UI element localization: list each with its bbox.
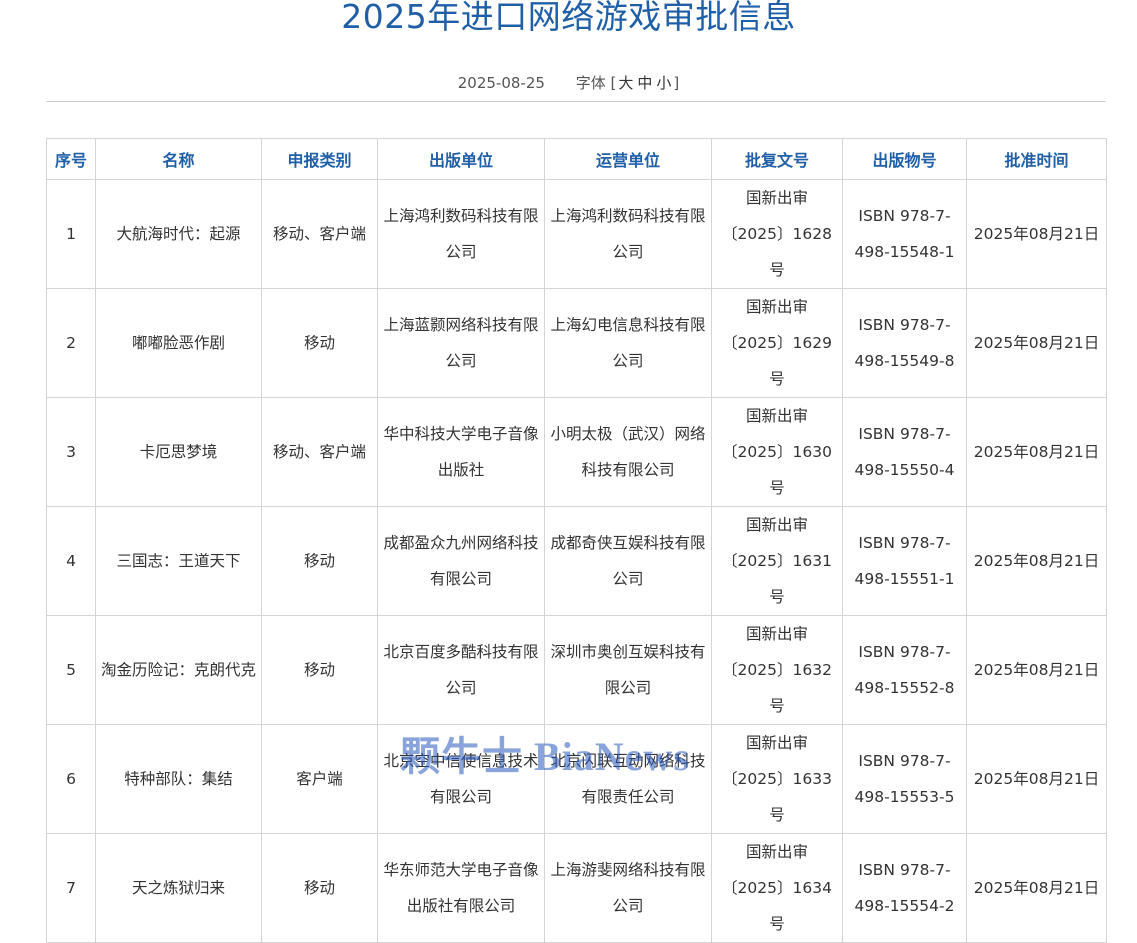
approval-number-cell: 国新出审〔2025〕1630号	[711, 397, 843, 507]
category-cell: 客户端	[261, 724, 378, 834]
isbn-cell: ISBN 978-7-498-15551-1	[842, 506, 967, 616]
approval-number-cell: 国新出审〔2025〕1633号	[711, 724, 843, 834]
row-number-cell: 4	[46, 506, 96, 616]
approval-date-cell: 2025年08月21日	[966, 724, 1107, 834]
row-number-cell: 1	[46, 179, 96, 289]
publisher-cell: 成都盈众九州网络科技有限公司	[377, 506, 545, 616]
approval-date-cell: 2025年08月21日	[966, 179, 1107, 289]
category-cell: 移动	[261, 506, 378, 616]
column-header: 序号	[46, 138, 96, 180]
approval-date-cell: 2025年08月21日	[966, 506, 1107, 616]
game-name-cell: 嘟嘟脸恶作剧	[95, 288, 262, 398]
font-size-medium-link[interactable]: 中	[635, 74, 654, 92]
row-number-cell: 6	[46, 724, 96, 834]
table-header-row: 序号 名称 申报类别 出版单位 运营单位 批复文号 出版物号 批准时间	[46, 138, 1107, 180]
isbn-cell: ISBN 978-7-498-15550-4	[842, 397, 967, 507]
row-number-cell: 3	[46, 397, 96, 507]
game-name-cell: 天之炼狱归来	[95, 833, 262, 943]
operator-cell: 上海游斐网络科技有限公司	[544, 833, 712, 943]
table-row: 2 嘟嘟脸恶作剧 移动 上海蓝颢网络科技有限公司 上海幻电信息科技有限公司 国新…	[46, 288, 1107, 398]
game-name-cell: 淘金历险记：克朗代克	[95, 615, 262, 725]
category-cell: 移动、客户端	[261, 179, 378, 289]
approval-date-cell: 2025年08月21日	[966, 833, 1107, 943]
approval-number-cell: 国新出审〔2025〕1628号	[711, 179, 843, 289]
column-header: 批复文号	[711, 138, 843, 180]
approval-date-cell: 2025年08月21日	[966, 397, 1107, 507]
game-name-cell: 特种部队：集结	[95, 724, 262, 834]
column-header: 出版单位	[377, 138, 545, 180]
operator-cell: 小明太极（武汉）网络科技有限公司	[544, 397, 712, 507]
approval-date-cell: 2025年08月21日	[966, 615, 1107, 725]
header-divider	[46, 101, 1106, 102]
approval-number-cell: 国新出审〔2025〕1632号	[711, 615, 843, 725]
game-name-cell: 大航海时代：起源	[95, 179, 262, 289]
category-cell: 移动	[261, 833, 378, 943]
approval-table: 序号 名称 申报类别 出版单位 运营单位 批复文号 出版物号 批准时间 1 大航…	[46, 138, 1107, 943]
publisher-cell: 上海鸿利数码科技有限公司	[377, 179, 545, 289]
publish-date: 2025-08-25	[457, 74, 545, 92]
publisher-cell: 上海蓝颢网络科技有限公司	[377, 288, 545, 398]
table-row: 1 大航海时代：起源 移动、客户端 上海鸿利数码科技有限公司 上海鸿利数码科技有…	[46, 179, 1107, 289]
font-size-label: 字体	[575, 74, 606, 92]
isbn-cell: ISBN 978-7-498-15552-8	[842, 615, 967, 725]
table-row: 6 特种部队：集结 客户端 北京空中信使信息技术有限公司 北京闪联互动网络科技有…	[46, 724, 1107, 834]
column-header: 申报类别	[261, 138, 378, 180]
column-header: 批准时间	[966, 138, 1107, 180]
category-cell: 移动	[261, 288, 378, 398]
operator-cell: 上海幻电信息科技有限公司	[544, 288, 712, 398]
approval-date-cell: 2025年08月21日	[966, 288, 1107, 398]
column-header: 名称	[95, 138, 262, 180]
isbn-cell: ISBN 978-7-498-15549-8	[842, 288, 967, 398]
category-cell: 移动、客户端	[261, 397, 378, 507]
game-name-cell: 三国志：王道天下	[95, 506, 262, 616]
isbn-cell: ISBN 978-7-498-15548-1	[842, 179, 967, 289]
table-row: 3 卡厄思梦境 移动、客户端 华中科技大学电子音像出版社 小明太极（武汉）网络科…	[46, 397, 1107, 507]
approval-number-cell: 国新出审〔2025〕1629号	[711, 288, 843, 398]
operator-cell: 成都奇侠互娱科技有限公司	[544, 506, 712, 616]
column-header: 出版物号	[842, 138, 967, 180]
bracket-close: ]	[673, 74, 680, 92]
row-number-cell: 5	[46, 615, 96, 725]
article-meta: 2025-08-25 字体 [大中小]	[0, 72, 1137, 94]
publisher-cell: 华中科技大学电子音像出版社	[377, 397, 545, 507]
operator-cell: 上海鸿利数码科技有限公司	[544, 179, 712, 289]
isbn-cell: ISBN 978-7-498-15554-2	[842, 833, 967, 943]
approval-number-cell: 国新出审〔2025〕1631号	[711, 506, 843, 616]
publisher-cell: 北京空中信使信息技术有限公司	[377, 724, 545, 834]
page-title: 2025年进口网络游戏审批信息	[341, 0, 796, 36]
column-header: 运营单位	[544, 138, 712, 180]
publisher-cell: 北京百度多酷科技有限公司	[377, 615, 545, 725]
isbn-cell: ISBN 978-7-498-15553-5	[842, 724, 967, 834]
font-size-large-link[interactable]: 大	[616, 74, 635, 92]
operator-cell: 北京闪联互动网络科技有限责任公司	[544, 724, 712, 834]
table-row: 5 淘金历险记：克朗代克 移动 北京百度多酷科技有限公司 深圳市奥创互娱科技有限…	[46, 615, 1107, 725]
font-size-small-link[interactable]: 小	[654, 74, 673, 92]
game-name-cell: 卡厄思梦境	[95, 397, 262, 507]
publisher-cell: 华东师范大学电子音像出版社有限公司	[377, 833, 545, 943]
row-number-cell: 7	[46, 833, 96, 943]
category-cell: 移动	[261, 615, 378, 725]
row-number-cell: 2	[46, 288, 96, 398]
table-row: 4 三国志：王道天下 移动 成都盈众九州网络科技有限公司 成都奇侠互娱科技有限公…	[46, 506, 1107, 616]
approval-number-cell: 国新出审〔2025〕1634号	[711, 833, 843, 943]
operator-cell: 深圳市奥创互娱科技有限公司	[544, 615, 712, 725]
table-row: 7 天之炼狱归来 移动 华东师范大学电子音像出版社有限公司 上海游斐网络科技有限…	[46, 833, 1107, 943]
